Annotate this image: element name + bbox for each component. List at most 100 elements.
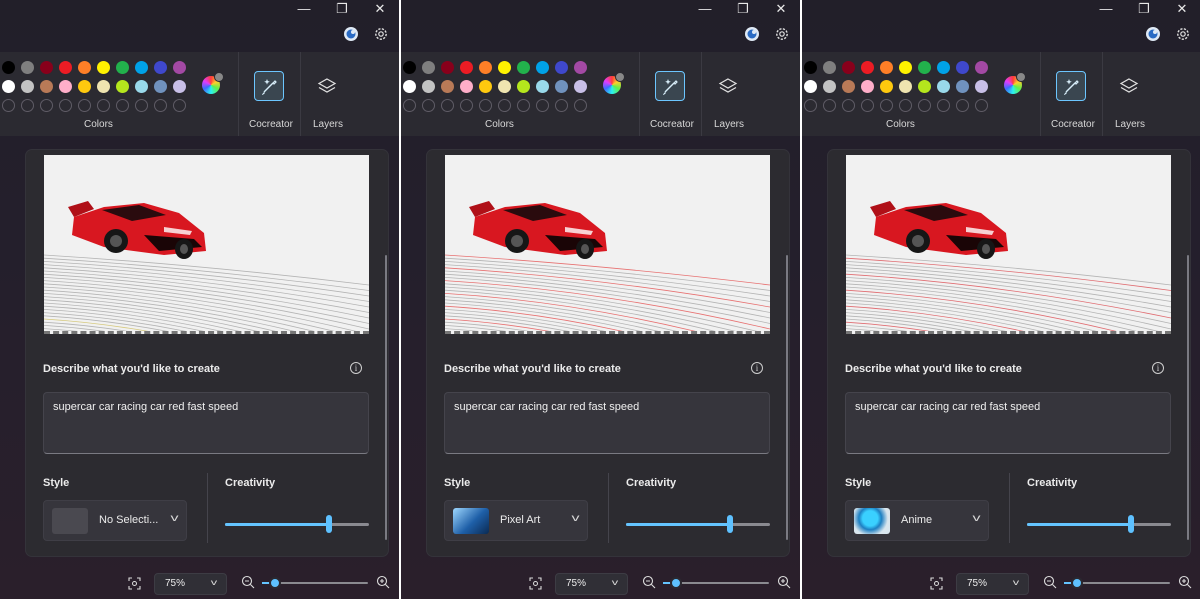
color-swatch[interactable] xyxy=(937,61,950,74)
custom-color-slot[interactable] xyxy=(536,99,549,112)
account-avatar-icon[interactable] xyxy=(1145,26,1161,42)
prompt-textarea[interactable]: supercar car racing car red fast speed xyxy=(845,392,1171,454)
cocreator-button[interactable] xyxy=(1056,71,1086,101)
generated-image[interactable] xyxy=(445,155,770,334)
zoom-dropdown[interactable]: 75% v xyxy=(956,573,1029,595)
custom-color-slot[interactable] xyxy=(823,99,836,112)
custom-color-slot[interactable] xyxy=(479,99,492,112)
color-swatch[interactable] xyxy=(956,80,969,93)
color-swatch[interactable] xyxy=(842,61,855,74)
close-button[interactable]: ✕ xyxy=(1166,0,1198,20)
custom-color-slot[interactable] xyxy=(403,99,416,112)
close-button[interactable]: ✕ xyxy=(364,0,396,20)
layers-icon[interactable] xyxy=(316,76,338,98)
color-swatch[interactable] xyxy=(479,61,492,74)
color-swatch[interactable] xyxy=(135,80,148,93)
color-swatch[interactable] xyxy=(441,80,454,93)
color-swatch[interactable] xyxy=(173,61,186,74)
color-swatch[interactable] xyxy=(555,61,568,74)
color-swatch[interactable] xyxy=(956,61,969,74)
custom-color-slot[interactable] xyxy=(899,99,912,112)
custom-color-slot[interactable] xyxy=(880,99,893,112)
color-swatch[interactable] xyxy=(154,80,167,93)
custom-color-slot[interactable] xyxy=(498,99,511,112)
custom-color-slot[interactable] xyxy=(154,99,167,112)
generated-image[interactable] xyxy=(44,155,369,334)
prompt-textarea[interactable]: supercar car racing car red fast speed xyxy=(444,392,770,454)
color-swatch[interactable] xyxy=(116,61,129,74)
color-swatch[interactable] xyxy=(555,80,568,93)
custom-color-slot[interactable] xyxy=(574,99,587,112)
zoom-in-icon[interactable] xyxy=(777,575,791,589)
color-swatch[interactable] xyxy=(460,80,473,93)
zoom-dropdown[interactable]: 75% v xyxy=(154,573,227,595)
style-dropdown[interactable]: No Selecti... v xyxy=(43,500,187,541)
color-swatch[interactable] xyxy=(403,61,416,74)
color-swatch[interactable] xyxy=(154,61,167,74)
generated-image[interactable] xyxy=(846,155,1171,334)
info-icon[interactable]: i xyxy=(350,362,362,374)
custom-color-slot[interactable] xyxy=(804,99,817,112)
zoom-thumb[interactable] xyxy=(669,577,682,589)
style-dropdown[interactable]: Pixel Art v xyxy=(444,500,588,541)
settings-gear-icon[interactable] xyxy=(373,26,389,42)
color-swatch[interactable] xyxy=(97,80,110,93)
cocreator-button[interactable] xyxy=(254,71,284,101)
color-swatch[interactable] xyxy=(135,61,148,74)
color-swatch[interactable] xyxy=(479,80,492,93)
custom-color-slot[interactable] xyxy=(956,99,969,112)
color-swatch[interactable] xyxy=(78,61,91,74)
color-swatch[interactable] xyxy=(116,80,129,93)
color-swatch[interactable] xyxy=(78,80,91,93)
color-swatch[interactable] xyxy=(937,80,950,93)
prompt-textarea[interactable]: supercar car racing car red fast speed xyxy=(43,392,369,454)
panel-scrollbar[interactable] xyxy=(786,255,788,540)
color-swatch[interactable] xyxy=(460,61,473,74)
zoom-in-icon[interactable] xyxy=(376,575,390,589)
color-swatch[interactable] xyxy=(975,61,988,74)
slider-thumb[interactable] xyxy=(325,515,332,533)
color-swatch[interactable] xyxy=(517,61,530,74)
settings-gear-icon[interactable] xyxy=(774,26,790,42)
creativity-slider[interactable] xyxy=(1027,514,1171,534)
info-icon[interactable]: i xyxy=(1152,362,1164,374)
color-swatch[interactable] xyxy=(536,61,549,74)
color-swatch[interactable] xyxy=(918,61,931,74)
style-dropdown[interactable]: Anime v xyxy=(845,500,989,541)
zoom-dropdown[interactable]: 75% v xyxy=(555,573,628,595)
color-swatch[interactable] xyxy=(574,80,587,93)
layers-icon[interactable] xyxy=(1118,76,1140,98)
color-swatch[interactable] xyxy=(574,61,587,74)
custom-color-slot[interactable] xyxy=(135,99,148,112)
custom-color-slot[interactable] xyxy=(97,99,110,112)
color-swatch[interactable] xyxy=(40,80,53,93)
zoom-out-icon[interactable] xyxy=(241,575,255,589)
custom-color-slot[interactable] xyxy=(975,99,988,112)
color-swatch[interactable] xyxy=(975,80,988,93)
layers-icon[interactable] xyxy=(717,76,739,98)
close-button[interactable]: ✕ xyxy=(765,0,797,20)
zoom-thumb[interactable] xyxy=(268,577,281,589)
custom-color-slot[interactable] xyxy=(40,99,53,112)
color-swatch[interactable] xyxy=(441,61,454,74)
color-swatch[interactable] xyxy=(823,61,836,74)
zoom-slider[interactable] xyxy=(1064,574,1170,592)
color-swatch[interactable] xyxy=(536,80,549,93)
color-swatch[interactable] xyxy=(422,80,435,93)
color-swatch[interactable] xyxy=(823,80,836,93)
color-swatch[interactable] xyxy=(2,80,15,93)
custom-color-slot[interactable] xyxy=(842,99,855,112)
color-swatch[interactable] xyxy=(173,80,186,93)
color-swatch[interactable] xyxy=(403,80,416,93)
custom-color-slot[interactable] xyxy=(441,99,454,112)
custom-color-slot[interactable] xyxy=(517,99,530,112)
color-swatch[interactable] xyxy=(861,61,874,74)
panel-scrollbar[interactable] xyxy=(385,255,387,540)
color-swatch[interactable] xyxy=(880,61,893,74)
custom-color-slot[interactable] xyxy=(59,99,72,112)
restore-button[interactable]: ❐ xyxy=(326,0,358,20)
color-swatch[interactable] xyxy=(40,61,53,74)
custom-color-slot[interactable] xyxy=(422,99,435,112)
color-swatch[interactable] xyxy=(804,80,817,93)
zoom-out-icon[interactable] xyxy=(642,575,656,589)
